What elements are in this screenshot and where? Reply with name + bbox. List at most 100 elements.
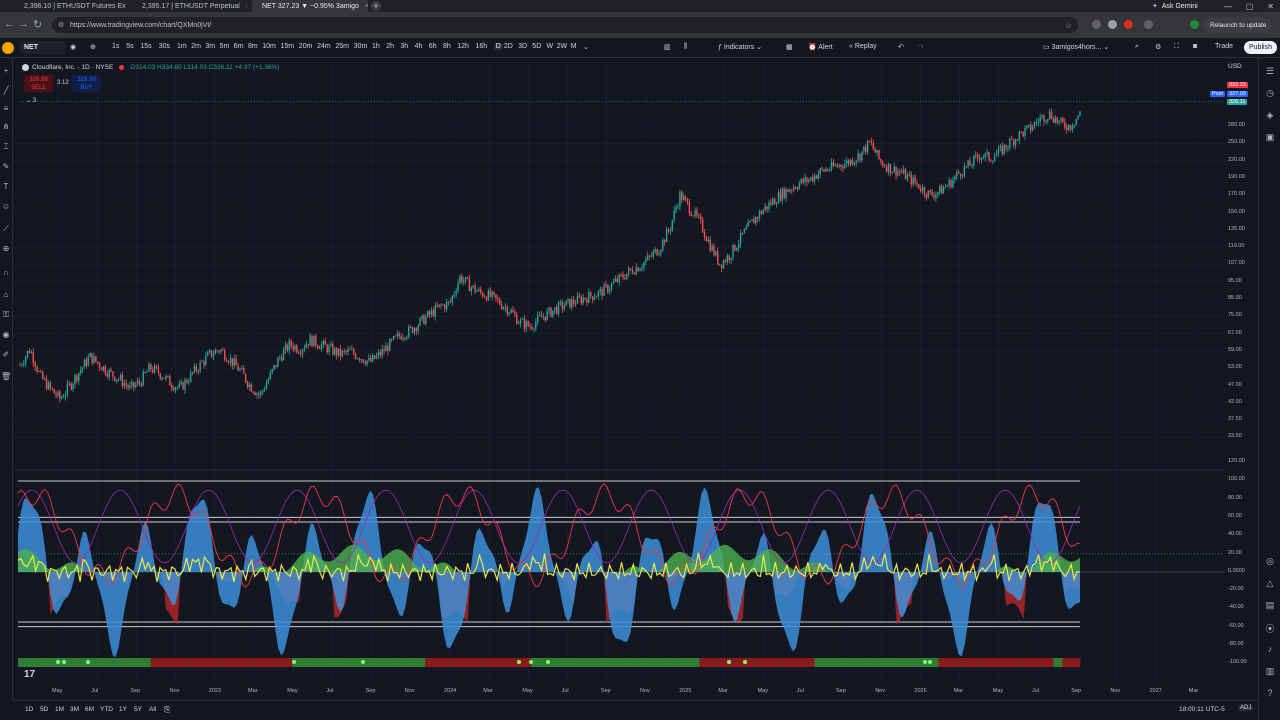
candle-body [956, 172, 958, 177]
timeframe-1m[interactable]: 1m [177, 43, 187, 50]
timeframe-10m[interactable]: 10m [262, 43, 276, 50]
candle-body [656, 249, 658, 256]
signal-segment [451, 658, 461, 667]
clock[interactable]: 18:00:11 UTC-5 [1179, 706, 1225, 713]
signal-segment [752, 658, 762, 667]
candle-body [1028, 124, 1030, 126]
range-6m[interactable]: 6M [85, 706, 94, 713]
candle-body [495, 294, 497, 299]
candle-body [313, 335, 315, 347]
goto-date-icon[interactable]: ⎘ [164, 705, 170, 715]
price-tag: 332.23 [1227, 82, 1248, 88]
sell-button[interactable]: 326.88 SELL [24, 75, 53, 92]
timeframe-2d[interactable]: 2D [504, 43, 513, 50]
candle-body [700, 216, 702, 220]
timeframe-15m[interactable]: 15m [281, 43, 295, 50]
signal-segment [1026, 658, 1037, 667]
timeframe-3h[interactable]: 3h [400, 43, 408, 50]
timeframe-8h[interactable]: 8h [443, 43, 451, 50]
candle-body [561, 301, 564, 309]
timeframe-15s[interactable]: 15s [140, 43, 151, 50]
time-axis-label: Jul [1032, 688, 1040, 694]
range-1y[interactable]: 1Y [119, 706, 127, 713]
timeframe-5m[interactable]: 5m [220, 43, 230, 50]
candle-body [516, 314, 518, 324]
range-all[interactable]: All [149, 706, 156, 713]
timeframe-16h[interactable]: 16h [476, 43, 488, 50]
signal-segment [911, 658, 921, 667]
timeframe-3d[interactable]: 3D [518, 43, 527, 50]
candle-body [165, 375, 167, 379]
candle-body [536, 315, 539, 322]
timeframe-w[interactable]: W [547, 43, 554, 50]
candle-body [821, 168, 823, 170]
price-axis-label: 33.50 [1228, 433, 1242, 440]
timeframe-5d[interactable]: 5D [532, 43, 541, 50]
timeframe-1h[interactable]: 1h [372, 43, 380, 50]
timeframe-6h[interactable]: 6h [429, 43, 437, 50]
candle-body [910, 174, 912, 185]
candle-body [97, 361, 99, 364]
timeframe-6m[interactable]: 6m [234, 43, 244, 50]
range-1d[interactable]: 1D [25, 706, 33, 713]
tradingview-logo[interactable]: 17 [24, 669, 35, 680]
candle-body [703, 232, 706, 238]
range-5d[interactable]: 5D [40, 706, 48, 713]
signal-segment [672, 658, 683, 667]
timeframe-2w[interactable]: 2W [557, 43, 568, 50]
buy-button[interactable]: 329.00 BUY [72, 75, 101, 92]
timeframe-30m[interactable]: 30m [354, 43, 368, 50]
timeframe-30s[interactable]: 30s [159, 43, 170, 50]
signal-segment [637, 658, 647, 667]
chevron-down-icon[interactable]: ⌄ [583, 43, 589, 51]
candle-body [1077, 115, 1079, 119]
candle-body [263, 389, 266, 391]
timeframe-3m[interactable]: 3m [205, 43, 215, 50]
candle-body [116, 379, 118, 382]
timeframe-m[interactable]: M [571, 43, 577, 50]
timeframe-8m[interactable]: 8m [248, 43, 258, 50]
legend-eye-icon[interactable] [22, 63, 29, 71]
timeframe-25m[interactable]: 25m [335, 43, 349, 50]
legend-status-dot [119, 64, 125, 70]
range-ytd[interactable]: YTD [100, 706, 113, 713]
chart-canvas[interactable] [0, 0, 1280, 720]
signal-segment [159, 658, 169, 667]
price-axis-label: 220.00 [1228, 156, 1245, 163]
candle-body [578, 295, 581, 298]
range-5y[interactable]: 5Y [134, 706, 142, 713]
signal-segment [823, 658, 833, 667]
candle-body [368, 357, 370, 361]
adjust-data-toggle[interactable]: ADJ [1238, 705, 1254, 711]
timeframe-12h[interactable]: 12h [457, 43, 469, 50]
candle-body [51, 387, 53, 390]
candle-body [373, 355, 376, 359]
signal-segment [814, 658, 824, 667]
candle-body [218, 350, 220, 352]
time-axis-label: 2026 [914, 688, 927, 694]
candle-body [1033, 122, 1036, 128]
buy-label: BUY [80, 85, 93, 91]
range-3m[interactable]: 3M [70, 706, 79, 713]
signal-segment [761, 658, 771, 667]
indicator-toggle[interactable]: ⌄ 3 [26, 97, 36, 104]
candle-body [1073, 124, 1076, 127]
candle-body [358, 358, 361, 361]
timeframe-4h[interactable]: 4h [415, 43, 423, 50]
candle-body [971, 165, 973, 167]
range-1m[interactable]: 1M [55, 706, 64, 713]
timeframe-d[interactable]: D [493, 43, 503, 50]
candle-body [85, 359, 88, 366]
candle-body [542, 316, 545, 318]
time-axis-label: Sep [836, 688, 846, 694]
timeframe-2m[interactable]: 2m [191, 43, 201, 50]
timeframe-20m[interactable]: 20m [299, 43, 313, 50]
timeframe-1s[interactable]: 1s [112, 43, 119, 50]
price-axis-label: 170.00 [1228, 191, 1245, 198]
currency-label[interactable]: USD [1228, 63, 1242, 70]
candle-body [1071, 126, 1074, 130]
candle-body [89, 353, 91, 358]
timeframe-2h[interactable]: 2h [386, 43, 394, 50]
timeframe-24m[interactable]: 24m [317, 43, 331, 50]
timeframe-5s[interactable]: 5s [126, 43, 133, 50]
